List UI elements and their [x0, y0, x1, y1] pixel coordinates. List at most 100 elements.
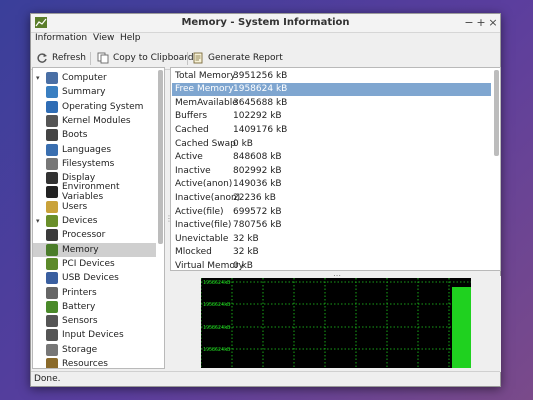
- graph-label: 1958624kB: [203, 325, 231, 331]
- sidebar-item-label: Summary: [62, 87, 106, 98]
- sidebar-item-languages[interactable]: Languages: [33, 143, 156, 157]
- sidebar-item-sensors[interactable]: Sensors: [33, 314, 156, 328]
- table-row[interactable]: Active 848608 kB: [172, 151, 491, 164]
- table-row[interactable]: Inactive(anon) 22236 kB: [172, 191, 491, 204]
- sidebar-item-label: USB Devices: [62, 273, 119, 284]
- table-row[interactable]: Active(file) 699572 kB: [172, 205, 491, 218]
- pane-splitter[interactable]: ⋮: [165, 214, 173, 226]
- row-value: 699572 kB: [233, 206, 282, 217]
- expander-icon[interactable]: ▾: [36, 74, 44, 82]
- row-key: Buffers: [175, 111, 208, 122]
- graph-label: 1958624kB: [203, 302, 231, 308]
- sidebar-item-battery[interactable]: Battery: [33, 300, 156, 314]
- languages-icon: [46, 143, 58, 156]
- table-row[interactable]: Inactive 802992 kB: [172, 164, 491, 177]
- row-key: Cached: [175, 124, 209, 135]
- sidebar-item-storage[interactable]: Storage: [33, 343, 156, 357]
- toolbar-separator: [187, 52, 188, 65]
- copy-label: Copy to Clipboard: [113, 53, 194, 63]
- sidebar-item-printers[interactable]: Printers: [33, 286, 156, 300]
- row-key: Inactive: [175, 165, 211, 176]
- sidebar-item-environment-variables[interactable]: Environment Variables: [33, 182, 156, 202]
- row-value: 848608 kB: [233, 152, 282, 163]
- sidebar-item-label: Operating System: [62, 101, 144, 112]
- sidebar-item-processor[interactable]: Processor: [33, 228, 156, 242]
- filesystems-icon: [46, 157, 58, 170]
- printer-icon: [46, 286, 58, 299]
- sidebar-item-label: PCI Devices: [62, 258, 115, 269]
- row-value: 0 kB: [233, 260, 253, 271]
- sidebar-item-memory[interactable]: Memory: [33, 242, 156, 257]
- close-icon[interactable]: ×: [486, 16, 500, 30]
- sidebar-item-label: Battery: [62, 301, 96, 312]
- sidebar-item-operating-system[interactable]: Operating System: [33, 100, 156, 114]
- graph-label: 1958624kB: [203, 280, 231, 286]
- kernel-icon: [46, 114, 58, 127]
- row-key: Inactive(file): [175, 220, 232, 231]
- menu-information[interactable]: Information: [35, 33, 87, 43]
- menu-view[interactable]: View: [93, 33, 114, 43]
- row-value: 780756 kB: [233, 220, 282, 231]
- sidebar-item-label: Processor: [62, 230, 106, 241]
- copy-icon: [97, 52, 109, 64]
- resources-icon: [46, 358, 58, 368]
- display-icon: [46, 172, 58, 185]
- graph-usage-bar: [452, 287, 471, 368]
- row-value: 149036 kB: [233, 179, 282, 190]
- info-scrollbar[interactable]: [494, 70, 499, 156]
- row-key: Unevictable: [175, 233, 229, 244]
- row-key: Cached Swap: [175, 138, 236, 149]
- main-window: Memory - System Information − + × Inform…: [30, 13, 501, 387]
- sidebar-item-label: Resources: [62, 359, 108, 369]
- row-key: MemAvailable: [175, 97, 238, 108]
- table-row[interactable]: Cached Swap 0 kB: [172, 137, 491, 150]
- sidebar-item-summary[interactable]: Summary: [33, 85, 156, 99]
- table-row[interactable]: Unevictable 32 kB: [172, 232, 491, 245]
- memory-icon: [46, 243, 58, 256]
- generate-report-button[interactable]: Generate Report: [192, 51, 283, 65]
- sidebar-item-computer[interactable]: ▾ Computer: [33, 71, 156, 85]
- sidebar-scrollbar[interactable]: [158, 70, 163, 244]
- refresh-icon: [37, 53, 47, 63]
- row-key: Total Memory: [175, 70, 236, 81]
- table-row[interactable]: Active(anon) 149036 kB: [172, 178, 491, 191]
- refresh-label: Refresh: [52, 53, 86, 63]
- sidebar-item-filesystems[interactable]: Filesystems: [33, 157, 156, 171]
- window-title: Memory - System Information: [181, 17, 350, 28]
- sidebar-item-boots[interactable]: Boots: [33, 128, 156, 142]
- sidebar-item-pci-devices[interactable]: PCI Devices: [33, 257, 156, 271]
- row-key: Active: [175, 152, 203, 163]
- row-key: Active(anon): [175, 179, 233, 190]
- table-row[interactable]: Inactive(file) 780756 kB: [172, 219, 491, 232]
- graph-label: 1958624kB: [203, 347, 231, 353]
- row-value: 802992 kB: [233, 165, 282, 176]
- sidebar-item-devices[interactable]: ▾ Devices: [33, 214, 156, 228]
- processor-icon: [46, 229, 58, 242]
- sidebar-item-resources[interactable]: Resources: [33, 357, 156, 369]
- table-row[interactable]: Buffers 102292 kB: [172, 110, 491, 123]
- sidebar-item-usb-devices[interactable]: USB Devices: [33, 271, 156, 285]
- row-value: 1409176 kB: [233, 124, 288, 135]
- title-bar[interactable]: Memory - System Information − + ×: [31, 14, 500, 33]
- table-row[interactable]: MemAvailable 3645688 kB: [172, 96, 491, 109]
- row-value: 32 kB: [233, 247, 259, 258]
- expander-icon[interactable]: ▾: [36, 217, 44, 225]
- sidebar-tree: ▾ Computer Summary Operating System Kernel M…: [32, 67, 165, 369]
- terminal-icon: [46, 186, 58, 199]
- sidebar-item-input-devices[interactable]: Input Devices: [33, 328, 156, 342]
- table-row[interactable]: Virtual Memory 0 kB: [172, 259, 491, 271]
- table-row[interactable]: Mlocked 32 kB: [172, 246, 491, 259]
- sidebar-item-label: Storage: [62, 344, 98, 355]
- battery-icon: [46, 300, 58, 313]
- usb-icon: [46, 272, 58, 285]
- table-row[interactable]: Free Memory 1958624 kB: [172, 82, 491, 96]
- sidebar-item-kernel-modules[interactable]: Kernel Modules: [33, 114, 156, 128]
- refresh-button[interactable]: Refresh: [36, 51, 86, 65]
- table-row[interactable]: Total Memory 3951256 kB: [172, 69, 491, 82]
- copy-to-clipboard-button[interactable]: Copy to Clipboard: [97, 51, 194, 65]
- table-row[interactable]: Cached 1409176 kB: [172, 123, 491, 136]
- memory-graph: 1958624kB 1958624kB 1958624kB 1958624kB: [201, 278, 471, 368]
- sidebar-item-users[interactable]: Users: [33, 200, 156, 214]
- menu-help[interactable]: Help: [120, 33, 141, 43]
- sidebar-item-label: Printers: [62, 287, 97, 298]
